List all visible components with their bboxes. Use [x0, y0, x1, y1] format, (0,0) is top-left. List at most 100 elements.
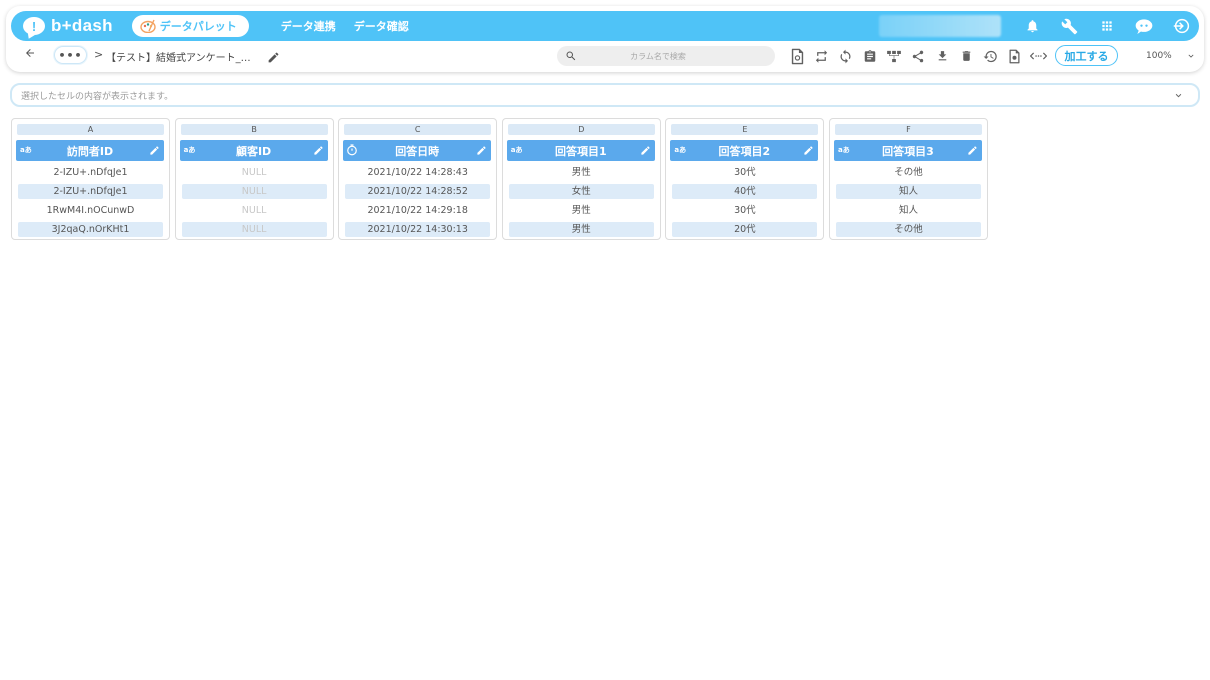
text-type-icon: aあ	[183, 146, 196, 154]
wrench-icon[interactable]	[1051, 11, 1088, 41]
cell-content-bar[interactable]: 選択したセルの内容が表示されます。	[10, 83, 1200, 107]
table-cell[interactable]: 40代	[672, 184, 818, 199]
column-c: C 回答日時 2021/10/22 14:28:43 2021/10/22 14…	[338, 118, 498, 240]
table-cell[interactable]: その他	[835, 222, 981, 237]
table-cell[interactable]: 2-IZU+.nDfqJe1	[18, 184, 163, 199]
file-preview-icon[interactable]	[1003, 44, 1027, 68]
column-d: D aあ 回答項目1 男性 女性 男性 男性	[501, 118, 661, 240]
column-b: B aあ 顧客ID NULL NULL NULL NULL	[174, 118, 334, 240]
hierarchy-icon[interactable]	[882, 44, 906, 68]
column-letter[interactable]: C	[344, 124, 492, 135]
notification-bell-icon[interactable]	[1014, 11, 1051, 41]
clock-icon	[347, 144, 358, 156]
embed-code-icon[interactable]	[1027, 44, 1051, 68]
edit-pencil-icon[interactable]	[640, 145, 651, 156]
edit-pencil-icon[interactable]	[967, 145, 978, 156]
edit-pencil-icon[interactable]	[476, 145, 487, 156]
table-cell[interactable]: 2-IZU+.nDfqJe1	[18, 165, 163, 180]
logout-icon[interactable]	[1162, 11, 1199, 41]
table-cell[interactable]: NULL	[182, 165, 327, 180]
table-cell[interactable]: NULL	[182, 203, 327, 218]
edit-pencil-icon[interactable]	[803, 145, 814, 156]
swap-icon[interactable]	[809, 44, 833, 68]
column-e: E aあ 回答項目2 30代 40代 30代 20代	[665, 118, 825, 240]
column-letter[interactable]: B	[180, 124, 328, 135]
data-grid: A aあ 訪問者ID 2-IZU+.nDfqJe1 2-IZU+.nDfqJe1…	[11, 118, 993, 240]
column-letter[interactable]: A	[17, 124, 164, 135]
chevron-down-icon	[1188, 54, 1194, 58]
data-settings-icon[interactable]	[785, 44, 809, 68]
back-arrow-icon[interactable]	[24, 47, 36, 63]
data-palette-button[interactable]: データパレット	[131, 15, 249, 37]
column-title: 回答項目2	[718, 144, 771, 158]
download-icon[interactable]	[930, 44, 954, 68]
column-header[interactable]: aあ 回答項目1	[506, 140, 655, 161]
text-type-icon: aあ	[674, 146, 687, 154]
search-icon	[566, 51, 576, 61]
table-cell[interactable]: 2021/10/22 14:30:13	[345, 222, 491, 237]
table-cell[interactable]: 男性	[508, 222, 654, 237]
logo-text: b+dash	[51, 16, 113, 35]
clipboard-icon[interactable]	[858, 44, 882, 68]
table-cell[interactable]: 3J2qaQ.nOrKHt1	[18, 222, 163, 237]
column-search-box[interactable]	[557, 46, 775, 66]
table-cell[interactable]: 男性	[509, 165, 654, 180]
table-cell[interactable]: 知人	[836, 203, 981, 218]
column-letter[interactable]: F	[834, 124, 982, 135]
chevron-down-icon[interactable]	[1173, 90, 1184, 101]
text-type-icon: aあ	[510, 146, 523, 154]
table-cell[interactable]: NULL	[181, 222, 327, 237]
more-breadcrumb-button[interactable]: •••	[54, 46, 87, 64]
table-cell[interactable]: 2021/10/22 14:29:18	[345, 203, 490, 218]
cell-content-placeholder: 選択したセルの内容が表示されます。	[21, 91, 174, 102]
table-cell[interactable]: 20代	[672, 222, 818, 237]
column-title: 訪問者ID	[66, 144, 114, 158]
sheet-title[interactable]: 【テスト】結婚式アンケート_…	[106, 49, 251, 64]
table-cell[interactable]: 2021/10/22 14:28:52	[345, 184, 491, 199]
nav-data-check[interactable]: データ確認	[354, 18, 409, 34]
zoom-value: 100%	[1146, 51, 1172, 61]
zoom-select[interactable]: 100%	[1124, 46, 1200, 66]
column-header[interactable]: aあ 顧客ID	[179, 140, 328, 161]
table-cell[interactable]: NULL	[181, 184, 327, 199]
nav-data-integration[interactable]: データ連携	[281, 18, 336, 34]
sheet-toolbar: ••• > 【テスト】結婚式アンケート_… 加工する 100%	[6, 44, 1204, 70]
column-header[interactable]: aあ 回答項目3	[833, 140, 982, 161]
table-cell[interactable]: 男性	[509, 203, 654, 218]
apps-grid-icon[interactable]	[1088, 11, 1125, 41]
column-f: F aあ 回答項目3 その他 知人 知人 その他	[828, 118, 988, 240]
text-type-icon: aあ	[20, 146, 32, 154]
table-cell[interactable]: 知人	[835, 184, 981, 199]
text-type-icon: aあ	[837, 146, 850, 154]
logo-bubble-icon: !	[23, 17, 45, 35]
column-title: 回答日時	[395, 144, 440, 158]
column-title: 顧客ID	[235, 144, 272, 158]
column-header[interactable]: 回答日時	[343, 140, 492, 161]
trash-icon[interactable]	[954, 44, 978, 68]
column-header[interactable]: aあ 回答項目2	[670, 140, 819, 161]
breadcrumb-separator: >	[94, 48, 104, 61]
table-cell[interactable]: 30代	[672, 165, 817, 180]
edit-pencil-icon[interactable]	[149, 145, 160, 156]
user-account-area[interactable]	[879, 15, 1001, 37]
history-icon[interactable]	[979, 44, 1003, 68]
refresh-icon[interactable]	[833, 44, 857, 68]
brand-logo[interactable]: ! b+dash	[23, 16, 113, 36]
share-icon[interactable]	[906, 44, 930, 68]
palette-icon	[140, 19, 156, 33]
table-cell[interactable]: その他	[836, 165, 981, 180]
column-letter[interactable]: D	[507, 124, 655, 135]
process-button[interactable]: 加工する	[1055, 45, 1118, 66]
edit-title-pencil-icon[interactable]	[267, 49, 280, 68]
column-search-input[interactable]	[583, 51, 733, 61]
column-letter[interactable]: E	[671, 124, 819, 135]
table-cell[interactable]: 2021/10/22 14:28:43	[345, 165, 490, 180]
edit-pencil-icon[interactable]	[313, 145, 324, 156]
column-title: 回答項目1	[554, 144, 607, 158]
column-header[interactable]: aあ 訪問者ID	[16, 140, 164, 161]
column-title: 回答項目3	[882, 144, 934, 158]
table-cell[interactable]: 1RwM4I.nOCunwD	[18, 203, 163, 218]
table-cell[interactable]: 30代	[672, 203, 817, 218]
table-cell[interactable]: 女性	[508, 184, 654, 199]
support-chat-icon[interactable]	[1125, 11, 1162, 41]
